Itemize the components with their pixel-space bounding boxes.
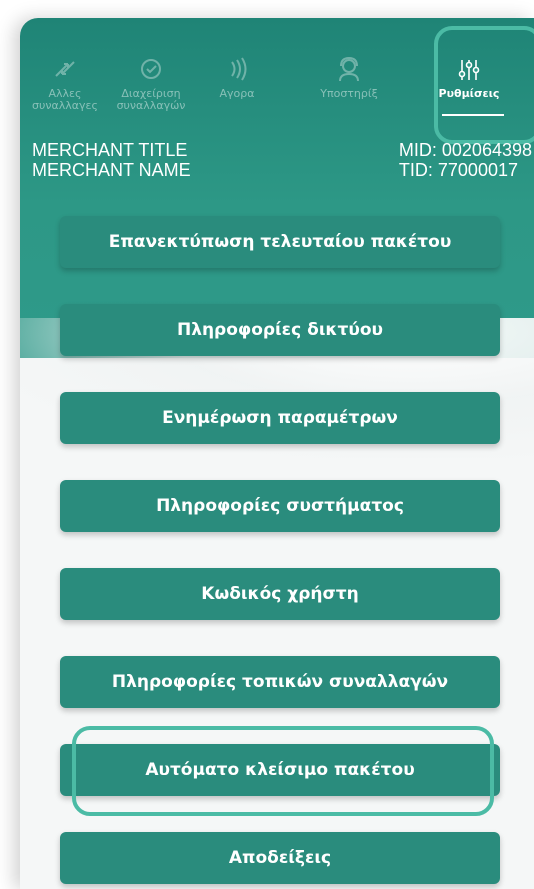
support-agent-icon [339, 56, 359, 82]
local-transactions-info-button[interactable]: Πληροφορίες τοπικών συναλλαγών [60, 656, 500, 708]
merchant-tid: TID: 77000017 [398, 160, 518, 180]
settings-screen: Αλλες συναλλαγες Διαχείριση συναλλαγών Α… [20, 18, 534, 889]
auto-close-batch-button[interactable]: Αυτόματο κλείσιμο πακέτου [60, 744, 500, 796]
nav-label: Διαχείριση συναλλαγών [116, 87, 186, 112]
nav-label: Αγορα [219, 87, 255, 100]
settings-tab-highlight [434, 26, 534, 144]
nav-tab-purchase[interactable]: Αγορα [192, 48, 282, 128]
merchant-mid: MID: 002064398 [398, 140, 532, 160]
receipts-button[interactable]: Αποδείξεις [60, 832, 500, 884]
system-info-button[interactable]: Πληροφορίες συστήματος [60, 480, 500, 532]
merchant-left: MERCHANT TITLE MERCHANT NAME [32, 140, 191, 180]
nav-tab-other-transactions[interactable]: Αλλες συναλλαγες [20, 48, 110, 128]
merchant-right: MID: 002064398 TID: 77000017 [399, 140, 532, 180]
nav-label: Αλλες συναλλαγες [32, 87, 98, 112]
reprint-last-batch-button[interactable]: Επανεκτύπωση τελευταίου πακέτου [60, 216, 500, 268]
transactions-icon [55, 61, 75, 77]
update-parameters-button[interactable]: Ενημέρωση παραμέτρων [60, 392, 500, 444]
merchant-title: MERCHANT TITLE [32, 140, 188, 160]
user-code-button[interactable]: Κωδικός χρήστη [60, 568, 500, 620]
contactless-icon [231, 57, 247, 81]
merchant-name: MERCHANT NAME [32, 160, 191, 180]
screen: Αλλες συναλλαγες Διαχείριση συναλλαγών Α… [0, 0, 534, 889]
network-info-button[interactable]: Πληροφορίες δικτύου [60, 304, 500, 356]
nav-tab-manage-transactions[interactable]: Διαχείριση συναλλαγών [106, 48, 196, 128]
nav-label: Υποστηρίξ [320, 87, 378, 100]
manage-icon [141, 59, 161, 79]
nav-tab-support[interactable]: Υποστηρίξ [304, 48, 394, 128]
